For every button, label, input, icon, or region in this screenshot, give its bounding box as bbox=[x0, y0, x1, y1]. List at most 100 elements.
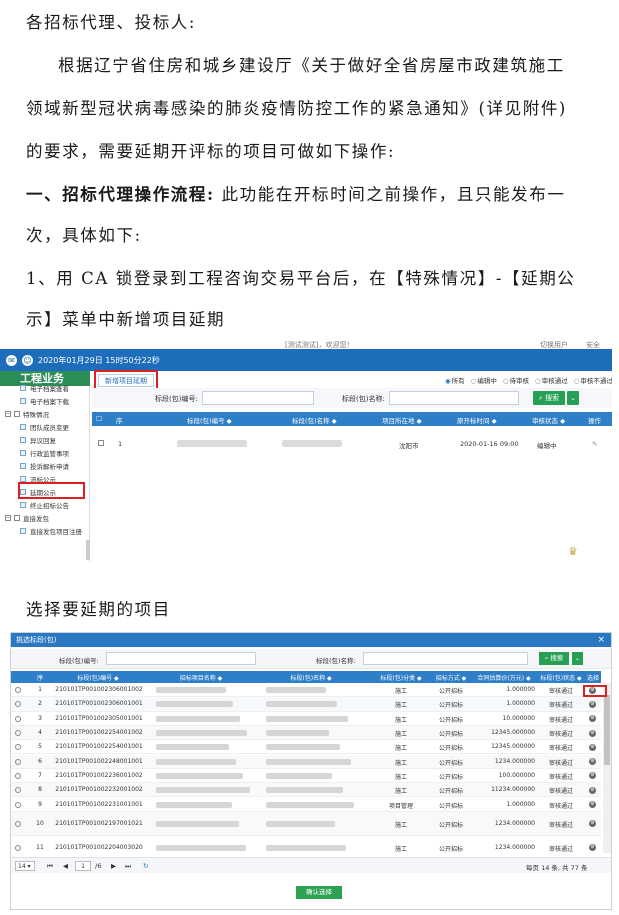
edit-icon[interactable]: ✎ bbox=[592, 440, 597, 448]
col-project-name[interactable]: 招标项目名称 ◆ bbox=[151, 673, 251, 682]
table-row[interactable]: 4 210101TP001002254001002 施工 公开招标 12345.0000… bbox=[11, 725, 601, 741]
row-section-no: 210101TP001002305001001 bbox=[55, 714, 143, 722]
first-page-icon[interactable]: ⏮ bbox=[47, 862, 53, 871]
row-method: 公开招标 bbox=[438, 688, 463, 696]
row-radio[interactable] bbox=[15, 801, 21, 808]
col-status[interactable]: 审核状态 ◆ bbox=[532, 415, 565, 425]
row-method: 公开招标 bbox=[438, 773, 463, 781]
col-section-no[interactable]: 标段(包)编号 ◆ bbox=[187, 415, 232, 425]
section-no-input[interactable] bbox=[202, 391, 314, 405]
search-button[interactable]: ⌕ 搜索 bbox=[533, 391, 565, 405]
row-radio[interactable] bbox=[15, 687, 21, 694]
assistant-icon[interactable]: ♛ bbox=[568, 545, 578, 558]
col-method[interactable]: 招标方式 ◆ bbox=[429, 673, 473, 682]
select-all-checkbox[interactable]: ☐ bbox=[96, 415, 102, 423]
select-gear-icon[interactable]: ⚙ bbox=[589, 758, 596, 766]
col-section-name[interactable]: 标段(包)名称 ◆ bbox=[256, 673, 366, 682]
sidebar-group-special[interactable]: − 特殊情况 bbox=[5, 408, 49, 419]
table-row[interactable]: 10 210101TP001002197001021 施工 公开招标 1234.0000… bbox=[11, 811, 601, 836]
col-section-no[interactable]: 标段(包)编号 ◆ bbox=[53, 673, 143, 682]
row-checkbox[interactable] bbox=[98, 440, 104, 446]
filter-all[interactable]: 所有 bbox=[445, 375, 465, 385]
chevron-down-icon[interactable]: ⌄ bbox=[572, 652, 583, 665]
row-radio[interactable] bbox=[15, 730, 21, 737]
prev-page-icon[interactable]: ◀ bbox=[63, 862, 68, 870]
filter-approved[interactable]: 审核通过 bbox=[535, 375, 568, 385]
search-button[interactable]: ⌕ 搜索 bbox=[539, 652, 569, 665]
body-line-3: 的要求，需要延期开评标的项目可做如下操作: bbox=[26, 142, 396, 161]
col-open-time[interactable]: 原开标时间 ◆ bbox=[457, 415, 497, 425]
redacted-project-name bbox=[156, 758, 236, 765]
filter-pending[interactable]: 待审核 bbox=[503, 375, 530, 385]
row-radio[interactable] bbox=[15, 844, 21, 851]
table-row[interactable]: 1 210101TP001002306001002 施工 公开招标 1.000000 审核… bbox=[11, 683, 601, 698]
sidebar-scrollbar[interactable] bbox=[86, 540, 90, 560]
sidebar-item-admin-supervision[interactable]: 行政监管事项 bbox=[20, 447, 69, 458]
redacted-project-name bbox=[156, 801, 232, 808]
redacted-project-name bbox=[156, 787, 250, 794]
select-gear-icon[interactable]: ⚙ bbox=[589, 715, 596, 723]
user-icon[interactable]: ☺ bbox=[22, 354, 33, 366]
table-row[interactable]: 1 沈阳市 2020-01-16 09:00 编辑中 ✎ bbox=[92, 437, 612, 450]
col-status[interactable]: 标段(包)状态 ◆ bbox=[536, 673, 586, 682]
scroll-thumb[interactable] bbox=[604, 695, 610, 765]
row-radio[interactable] bbox=[15, 820, 21, 827]
next-page-icon[interactable]: ▶ bbox=[111, 862, 116, 870]
select-gear-icon[interactable]: ⚙ bbox=[589, 772, 596, 780]
row-status: 审核通过 bbox=[548, 731, 573, 739]
row-radio[interactable] bbox=[15, 758, 21, 765]
select-gear-icon[interactable]: ⚙ bbox=[589, 786, 596, 794]
row-radio[interactable] bbox=[15, 772, 21, 779]
select-gear-icon[interactable]: ⚙ bbox=[589, 844, 596, 852]
confirm-selection-button[interactable]: 确认选择 bbox=[296, 886, 342, 899]
sidebar-item-label: 团队成员变更 bbox=[30, 423, 69, 432]
table-row[interactable]: 7 210101TP001002236001002 施工 公开招标 100.000000… bbox=[11, 769, 601, 784]
table-row[interactable]: 8 210101TP001002232001002 施工 公开招标 11234.0000… bbox=[11, 783, 601, 798]
row-no: 9 bbox=[38, 800, 42, 808]
col-section-name[interactable]: 标段(包)名称 ◆ bbox=[292, 415, 337, 425]
col-price[interactable]: 合同估算价(万元) ◆ bbox=[473, 673, 535, 682]
dialog-scrollbar[interactable] bbox=[603, 683, 611, 853]
section-heading-rest: 此功能在开标时间之前操作，且只能发布一 bbox=[214, 185, 566, 204]
table-row[interactable]: 5 210101TP001002254001001 施工 公开招标 12345.0000… bbox=[11, 740, 601, 755]
table-row[interactable]: 2 210101TP001002306001001 施工 公开招标 1.000000 审核… bbox=[11, 697, 601, 712]
header-bar: ✉ ☺ 2020年01月29日 15时50分22秒 bbox=[0, 349, 612, 371]
row-radio[interactable] bbox=[15, 787, 21, 794]
close-icon[interactable]: × bbox=[597, 633, 605, 647]
select-gear-icon[interactable]: ⚙ bbox=[589, 743, 596, 751]
sidebar-item-archive-view[interactable]: 电子档案查看 bbox=[20, 382, 69, 393]
redacted-section-name bbox=[266, 744, 340, 751]
select-gear-icon[interactable]: ⚙ bbox=[589, 820, 596, 828]
sidebar-item-objection-reply[interactable]: 异议回复 bbox=[20, 434, 56, 445]
sidebar-item-complaint[interactable]: 投诉解析申请 bbox=[20, 460, 69, 471]
page-size-select[interactable]: 14 ▾ bbox=[15, 861, 35, 871]
table-row[interactable]: 9 210101TP001002231001001 项目管理 公开招标 1.000000… bbox=[11, 797, 601, 812]
message-icon[interactable]: ✉ bbox=[6, 354, 17, 366]
table-row[interactable]: 6 210101TP001002248001001 施工 公开招标 1234.00000… bbox=[11, 754, 601, 769]
select-gear-icon[interactable]: ⚙ bbox=[589, 801, 596, 809]
row-radio[interactable] bbox=[15, 744, 21, 751]
section-name-input[interactable] bbox=[389, 391, 519, 405]
refresh-icon[interactable]: ↻ bbox=[143, 862, 148, 870]
table-row[interactable]: 3 210101TP001002305001001 施工 公开招标 10.000000 审… bbox=[11, 712, 601, 726]
last-page-icon[interactable]: ⏭ bbox=[125, 862, 131, 871]
sidebar-item-archive-download[interactable]: 电子档案下载 bbox=[20, 395, 69, 406]
sidebar-item-team-change[interactable]: 团队成员变更 bbox=[20, 421, 69, 432]
filter-rejected[interactable]: 审核不通过 bbox=[574, 375, 612, 385]
section-name-input[interactable] bbox=[363, 652, 528, 665]
redacted-project-name bbox=[156, 772, 243, 779]
row-radio[interactable] bbox=[15, 701, 21, 708]
page-input[interactable]: 1 bbox=[75, 861, 91, 871]
sidebar-item-terminate[interactable]: 终止招标公告 bbox=[20, 499, 69, 510]
col-category[interactable]: 标段(包)分类 ◆ bbox=[373, 673, 429, 682]
col-location[interactable]: 项目所在地 ◆ bbox=[382, 415, 422, 425]
section-no-input[interactable] bbox=[106, 652, 256, 665]
row-status: 审核通过 bbox=[548, 802, 573, 810]
chevron-down-icon[interactable]: ⌄ bbox=[567, 391, 579, 405]
select-gear-icon[interactable]: ⚙ bbox=[589, 700, 596, 708]
row-radio[interactable] bbox=[15, 715, 21, 722]
sidebar-group-direct[interactable]: − 直接发包 bbox=[5, 512, 49, 523]
filter-editing[interactable]: 编辑中 bbox=[471, 375, 497, 385]
sidebar-item-direct-register[interactable]: 直接发包项目注册 bbox=[20, 525, 82, 536]
select-gear-icon[interactable]: ⚙ bbox=[589, 729, 596, 737]
